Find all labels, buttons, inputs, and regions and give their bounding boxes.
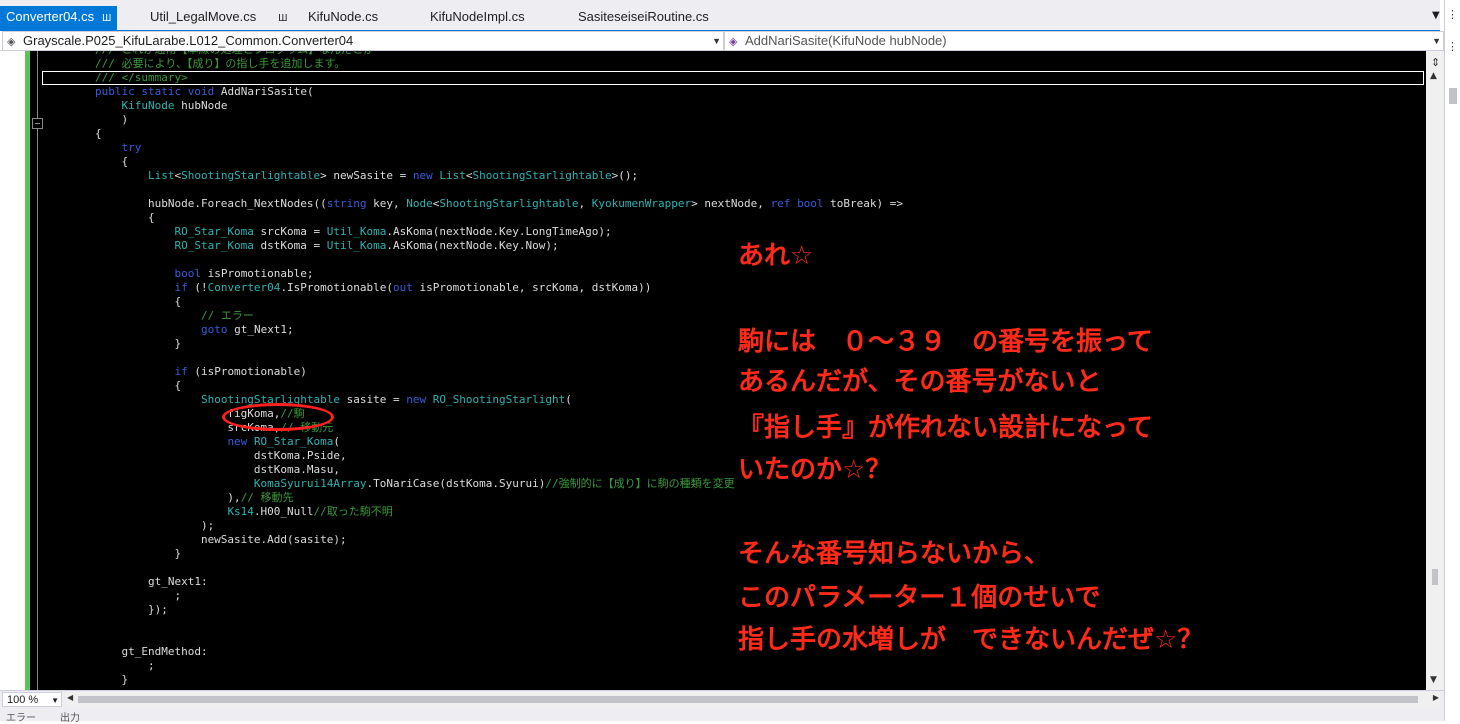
tab-label: Util_LegalMove.cs [150, 9, 257, 24]
horizontal-scroll-thumb[interactable] [78, 696, 1418, 703]
scroll-down-icon[interactable]: ▼ [1430, 675, 1437, 685]
code-line[interactable]: }); [42, 603, 1424, 617]
code-line[interactable]: if (!Converter04.IsPromotionable(out isP… [42, 281, 1424, 295]
code-line[interactable]: ),// 移動先 [42, 491, 1424, 505]
editor-bottom-bar: 100 % ▼ ◀ ▶ [0, 690, 1444, 709]
properties-icon[interactable]: ⋮ [1447, 40, 1458, 53]
code-line[interactable]: } [42, 547, 1424, 561]
outlining-margin [30, 51, 40, 690]
code-line[interactable]: dstKoma.Pside, [42, 449, 1424, 463]
code-line[interactable]: } [42, 673, 1424, 687]
solution-explorer-icon[interactable]: ⋮ [1447, 8, 1458, 21]
tab-label: KifuNodeImpl.cs [430, 9, 525, 24]
chevron-down-icon[interactable]: ▼ [51, 693, 59, 708]
code-line[interactable]: { [42, 295, 1424, 309]
zoom-level: 100 % [7, 694, 39, 706]
bottom-panel-tabs: エラー 出力 [0, 709, 1444, 724]
highlight-circle [222, 403, 334, 431]
code-line[interactable]: /// 必要により、【成り】の指し手を追加します。 [42, 57, 1424, 71]
document-tab-bar: Converter04.cs Ш Util_LegalMove.cs Ш KifuN… [0, 0, 1440, 32]
scroll-up-icon[interactable]: ▲ [1430, 71, 1437, 81]
type-dropdown[interactable]: ◈ Grayscale.P025_KifuLarabe.L012_Common.C… [2, 31, 724, 51]
scroll-right-icon[interactable]: ▶ [1433, 693, 1439, 702]
code-line[interactable]: ​ [42, 183, 1424, 197]
code-line[interactable]: { [42, 155, 1424, 169]
tab-label: Converter04.cs [6, 9, 95, 24]
annotation-line: 指し手の水増しが できないんだぜ☆？ [738, 625, 1204, 655]
code-line[interactable]: ) [42, 113, 1424, 127]
code-line[interactable]: { [42, 127, 1424, 141]
code-line[interactable]: ​ [42, 351, 1424, 365]
chevron-down-icon[interactable]: ▼ [712, 32, 721, 50]
code-line[interactable]: if (isPromotionable) [42, 365, 1424, 379]
scroll-left-icon[interactable]: ◀ [67, 693, 73, 702]
code-line[interactable]: } [42, 337, 1424, 351]
code-line[interactable]: ); [42, 519, 1424, 533]
code-line[interactable]: List<ShootingStarlightable> newSasite = … [42, 169, 1424, 183]
annotation-line: このパラメーター１個のせいで [738, 583, 1101, 613]
code-line[interactable]: newSasite.Add(sasite); [42, 533, 1424, 547]
annotation-line: あれ☆ [738, 241, 814, 271]
code-line[interactable]: bool isPromotionable; [42, 267, 1424, 281]
horizontal-scrollbar[interactable]: ◀ ▶ [66, 692, 1440, 707]
tab-dropdown-icon[interactable]: ▼ [1432, 10, 1440, 21]
code-line[interactable]: try [42, 141, 1424, 155]
tab-kifunode[interactable]: KifuNode.cs [308, 6, 378, 28]
side-scroll-thumb[interactable] [1449, 88, 1457, 104]
code-line[interactable]: ; [42, 589, 1424, 603]
annotation-line: 駒には ０～３９ の番号を振って [738, 327, 1153, 357]
code-line[interactable]: { [42, 211, 1424, 225]
side-panel-strip: ⋮ ⋮ [1444, 0, 1460, 721]
tab-output[interactable]: 出力 [60, 709, 80, 724]
pin-icon[interactable]: Ш [278, 13, 287, 24]
code-line[interactable]: ​ [42, 631, 1424, 645]
code-line[interactable]: { [42, 379, 1424, 393]
code-line[interactable]: ; [42, 659, 1424, 673]
code-line[interactable]: gt_EndMethod: [42, 645, 1424, 659]
code-line[interactable]: goto gt_Next1; [42, 323, 1424, 337]
code-line[interactable]: // エラー [42, 309, 1424, 323]
namespace-icon: ◈ [7, 36, 16, 48]
indicator-margin [0, 51, 25, 690]
split-icon[interactable]: ⇕ [1431, 56, 1440, 69]
type-dropdown-label: Grayscale.P025_KifuLarabe.L012_Common.Co… [23, 33, 354, 48]
chevron-down-icon[interactable]: ▼ [1432, 32, 1441, 50]
code-line[interactable]: ​ [42, 561, 1424, 575]
code-line[interactable]: RO_Star_Koma dstKoma = Util_Koma.AsKoma(… [42, 239, 1424, 253]
method-icon: ◈ [729, 36, 738, 48]
annotation-line: 『指し手』が作れない設計になって [738, 413, 1153, 443]
code-line[interactable]: new RO_Star_Koma( [42, 435, 1424, 449]
code-line[interactable]: hubNode.Foreach_NextNodes((string key, N… [42, 197, 1424, 211]
member-dropdown[interactable]: ◈ AddNariSasite(KifuNode hubNode) ▼ [724, 31, 1444, 51]
outline-line [37, 51, 38, 690]
annotation-line: いたのか☆？ [738, 455, 892, 485]
code-line[interactable]: Ks14.H00_Null//取った駒不明 [42, 505, 1424, 519]
code-line[interactable]: ​ [42, 253, 1424, 267]
pin-icon[interactable]: Ш [102, 13, 111, 24]
tab-label: KifuNode.cs [308, 9, 379, 24]
tab-label: SasiteseiseiRoutine.cs [578, 9, 709, 24]
tab-converter04[interactable]: Converter04.cs Ш [0, 6, 118, 30]
scroll-thumb[interactable] [1432, 569, 1438, 585]
code-line[interactable]: gt_Next1: [42, 575, 1424, 589]
annotation-line: あるんだが、その番号がないと [738, 367, 1102, 397]
tab-util-legalmove[interactable]: Util_LegalMove.cs Ш [150, 6, 287, 28]
vertical-scrollbar[interactable]: ⇕ ▲ ▼ [1426, 51, 1444, 690]
code-line[interactable]: ​ [42, 617, 1424, 631]
code-line[interactable]: KomaSyurui14Array.ToNariCase(dstKoma.Syu… [42, 477, 1424, 491]
code-line[interactable]: /// </summary> [42, 71, 1424, 85]
annotation-line: そんな番号知らないから、 [738, 539, 1051, 569]
code-editor[interactable]: /// これが通常【本線の処理とプログラム】なんだとか /// 必要により、【成… [0, 51, 1426, 690]
tab-kifunodeimpl[interactable]: KifuNodeImpl.cs [430, 6, 525, 28]
code-line[interactable]: public static void AddNariSasite( [42, 85, 1424, 99]
code-line[interactable]: dstKoma.Masu, [42, 463, 1424, 477]
code-line[interactable]: KifuNode hubNode [42, 99, 1424, 113]
zoom-dropdown[interactable]: 100 % ▼ [2, 692, 62, 707]
member-dropdown-label: AddNariSasite(KifuNode hubNode) [745, 33, 947, 48]
navigation-bar: ◈ Grayscale.P025_KifuLarabe.L012_Common.C… [0, 31, 1444, 51]
tab-errors[interactable]: エラー [6, 709, 36, 724]
code-text[interactable]: /// これが通常【本線の処理とプログラム】なんだとか /// 必要により、【成… [42, 51, 1424, 687]
tab-sasiteseiseiroutine[interactable]: SasiteseiseiRoutine.cs [578, 6, 709, 28]
code-line[interactable]: RO_Star_Koma srcKoma = Util_Koma.AsKoma(… [42, 225, 1424, 239]
